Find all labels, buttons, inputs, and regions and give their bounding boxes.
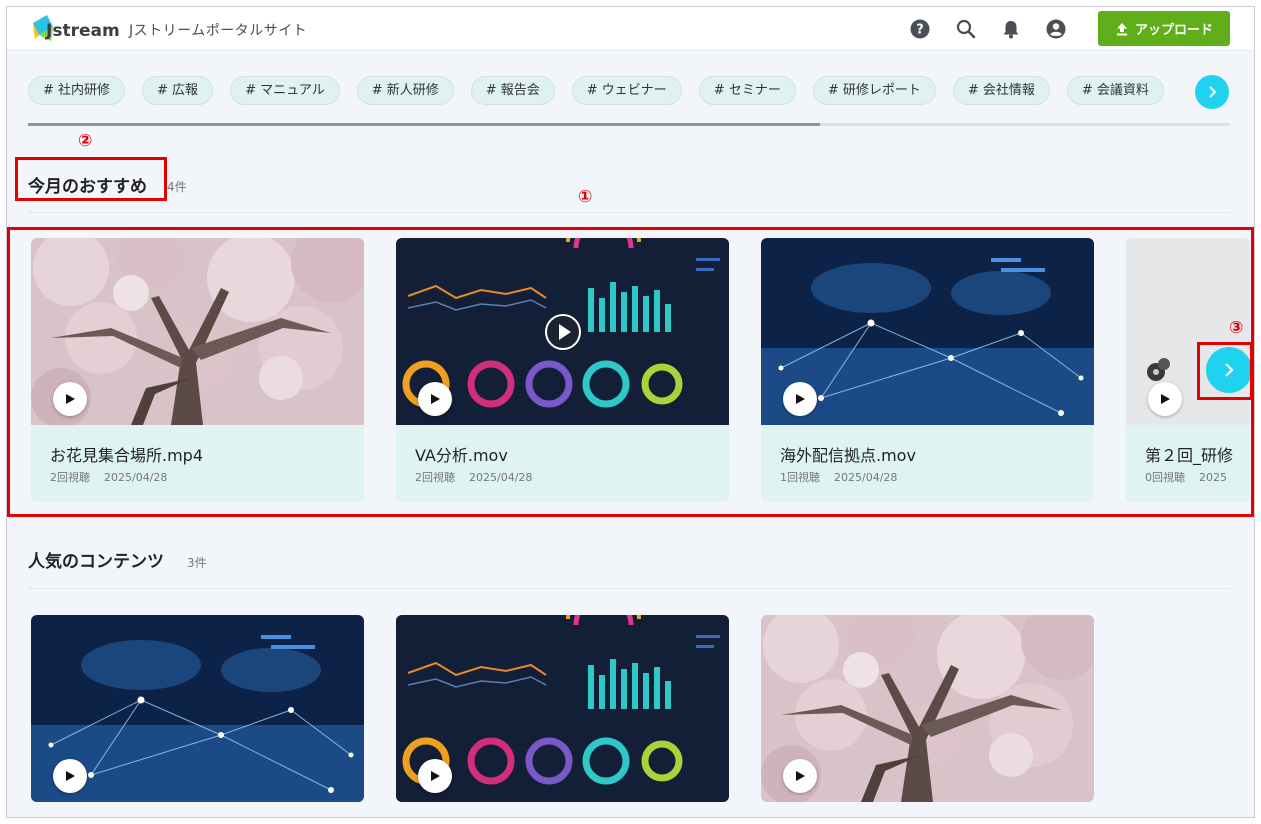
bell-icon[interactable] xyxy=(1000,18,1022,40)
tags-scrollbar-thumb[interactable] xyxy=(28,123,820,126)
play-button[interactable] xyxy=(783,759,817,793)
upload-icon xyxy=(1116,22,1127,35)
annotation-number-3: ③ xyxy=(1229,318,1244,338)
tag-chip[interactable]: # 報告会 xyxy=(470,76,555,105)
tag-chip[interactable]: # ウェビナー xyxy=(571,76,682,105)
tags-next-button[interactable] xyxy=(1195,75,1229,109)
video-card[interactable] xyxy=(31,615,364,802)
annotation-box-2 xyxy=(15,157,167,201)
play-icon xyxy=(66,771,75,781)
tag-chip[interactable]: # 広報 xyxy=(142,76,214,105)
play-button[interactable] xyxy=(418,759,452,793)
tag-chip[interactable]: # 会社情報 xyxy=(952,76,1050,105)
tag-chip[interactable]: # セミナー xyxy=(698,76,796,105)
section-divider xyxy=(28,588,1230,589)
play-icon xyxy=(431,771,440,781)
top-header: Jstream Jストリームポータルサイト ? アップロード xyxy=(7,7,1254,51)
annotation-box-1 xyxy=(7,227,1254,517)
account-icon[interactable] xyxy=(1045,18,1067,40)
popular-count: 3件 xyxy=(187,556,207,570)
help-icon[interactable]: ? xyxy=(909,18,931,40)
tags-scrollbar[interactable] xyxy=(28,123,1230,126)
popular-section-title: 人気のコンテンツ xyxy=(28,552,164,572)
tag-chip[interactable]: # 会議資料 xyxy=(1066,76,1164,105)
upload-button[interactable]: アップロード xyxy=(1098,11,1230,46)
tag-chip[interactable]: # 新人研修 xyxy=(356,76,454,105)
tag-chip[interactable]: # 社内研修 xyxy=(28,76,126,105)
play-button[interactable] xyxy=(53,759,87,793)
svg-text:?: ? xyxy=(916,23,924,38)
recommend-count: 4件 xyxy=(167,180,187,194)
upload-label: アップロード xyxy=(1134,23,1213,38)
portal-title: Jストリームポータルサイト xyxy=(129,23,308,39)
logo-text: Jstream xyxy=(45,21,119,41)
tag-chip[interactable]: # 研修レポート xyxy=(812,76,936,105)
search-icon[interactable] xyxy=(955,18,977,40)
jstream-logo[interactable]: Jstream xyxy=(31,13,119,45)
video-card[interactable] xyxy=(761,615,1094,802)
annotation-number-2: ② xyxy=(78,131,93,151)
tag-list: # 社内研修 # 広報 # マニュアル # 新人研修 # 報告会 # ウェビナー # セミナ… xyxy=(28,76,1198,106)
video-card[interactable] xyxy=(396,615,729,802)
annotation-number-1: ① xyxy=(578,187,593,207)
play-icon xyxy=(796,771,805,781)
tag-chip[interactable]: # マニュアル xyxy=(230,76,340,105)
annotation-box-3 xyxy=(1197,342,1253,400)
chevron-right-icon xyxy=(1209,86,1217,98)
section-divider xyxy=(28,212,1230,213)
